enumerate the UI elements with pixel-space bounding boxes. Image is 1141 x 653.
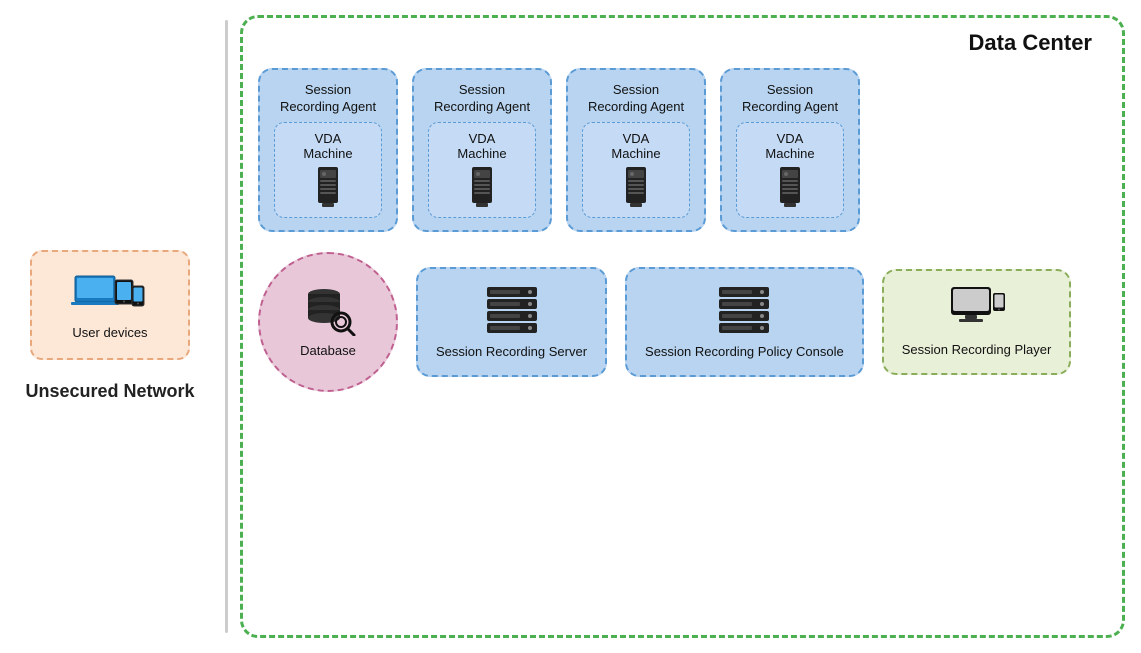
agent-2-label: SessionRecording Agent — [434, 82, 530, 116]
agent-3-label: SessionRecording Agent — [588, 82, 684, 116]
database-label: Database — [300, 342, 356, 360]
tower-icon-1 — [310, 165, 346, 209]
user-devices-icon — [70, 268, 150, 318]
session-recording-policy-console-label: Session Recording Policy Console — [645, 343, 844, 361]
agent-3-inner: VDAMachine — [582, 122, 690, 218]
agent-box-2: SessionRecording Agent VDAMachine — [412, 68, 552, 232]
user-devices-label: User devices — [72, 324, 147, 342]
data-center-title: Data Center — [969, 30, 1092, 56]
policy-console-icon — [714, 283, 774, 335]
agent-1-inner: VDAMachine — [274, 122, 382, 218]
tower-icon-3 — [618, 165, 654, 209]
server-icon — [482, 283, 542, 335]
agent-box-3: SessionRecording Agent VDAMachine — [566, 68, 706, 232]
session-recording-server-label: Session Recording Server — [436, 343, 587, 361]
agent-1-label: SessionRecording Agent — [280, 82, 376, 116]
left-panel: User devices Unsecured Network — [0, 0, 220, 653]
session-recording-player-label: Session Recording Player — [902, 341, 1052, 359]
agent-box-1: SessionRecording Agent VDAMachine — [258, 68, 398, 232]
agent-4-label: SessionRecording Agent — [742, 82, 838, 116]
agent-4-inner: VDAMachine — [736, 122, 844, 218]
bottom-row: Database Session Recording Server — [258, 252, 1107, 392]
data-center-area: Data Center SessionRecording Agent VDAMa… — [240, 15, 1125, 638]
vertical-divider — [225, 20, 228, 633]
user-devices-box: User devices — [30, 250, 190, 360]
tower-icon-2 — [464, 165, 500, 209]
session-recording-player-box: Session Recording Player — [882, 269, 1072, 375]
agent-box-4: SessionRecording Agent VDAMachine — [720, 68, 860, 232]
database-icon — [298, 284, 358, 336]
session-recording-server-box: Session Recording Server — [416, 267, 607, 377]
agent-2-inner: VDAMachine — [428, 122, 536, 218]
session-recording-policy-console-box: Session Recording Policy Console — [625, 267, 864, 377]
player-icon — [947, 285, 1007, 333]
tower-icon-4 — [772, 165, 808, 209]
agents-row: SessionRecording Agent VDAMachine Sessio… — [258, 68, 1107, 232]
unsecured-network-label: Unsecured Network — [25, 380, 194, 403]
database-box: Database — [258, 252, 398, 392]
